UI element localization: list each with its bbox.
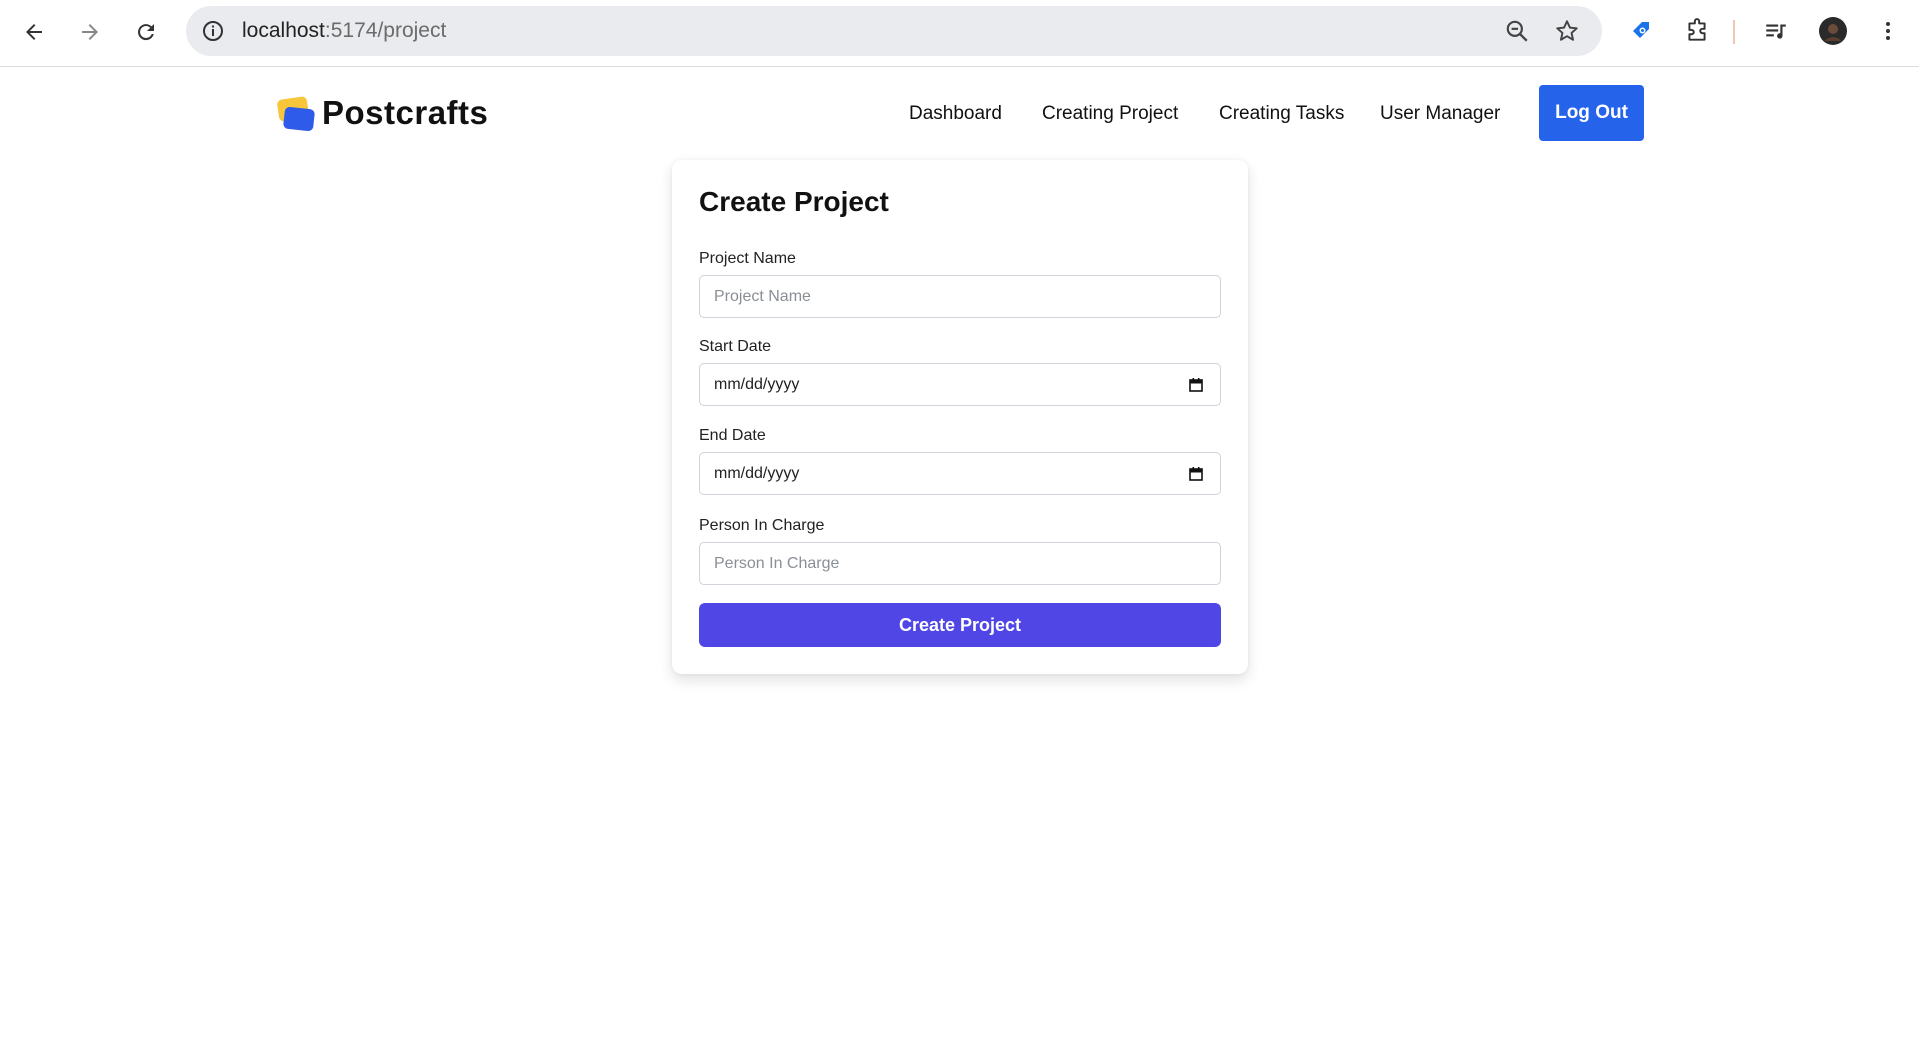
calendar-icon[interactable]	[1188, 466, 1204, 482]
logout-button[interactable]: Log Out	[1539, 85, 1644, 141]
url-host: localhost	[242, 19, 325, 42]
kebab-menu-icon[interactable]	[1873, 16, 1903, 46]
end-date-value: mm/dd/yyyy	[714, 465, 800, 482]
person-in-charge-placeholder: Person In Charge	[714, 555, 840, 572]
toolbar-divider	[1733, 20, 1735, 44]
browser-toolbar: localhost:5174/project	[0, 0, 1919, 67]
form-title: Create Project	[699, 186, 889, 217]
end-date-label: End Date	[699, 427, 766, 444]
project-name-input[interactable]: Project Name	[699, 275, 1221, 318]
url-text[interactable]: localhost:5174/project	[242, 19, 446, 43]
start-date-label: Start Date	[699, 338, 772, 355]
project-name-placeholder: Project Name	[714, 288, 811, 305]
brand-name: Postcrafts	[322, 94, 489, 131]
reload-icon[interactable]	[128, 14, 164, 50]
zoom-icon[interactable]	[1504, 18, 1530, 44]
media-queue-icon[interactable]	[1761, 16, 1791, 46]
site-info-icon[interactable]	[200, 18, 226, 44]
forward-arrow-icon[interactable]	[72, 14, 108, 50]
brand-logo[interactable]: Postcrafts	[276, 94, 488, 132]
end-date-input[interactable]: mm/dd/yyyy	[699, 452, 1221, 495]
nav-dashboard[interactable]: Dashboard	[909, 103, 1002, 125]
create-project-card: Create Project Project Name Project Name…	[672, 160, 1248, 674]
back-arrow-icon[interactable]	[16, 14, 52, 50]
extension-tag-icon[interactable]	[1627, 16, 1657, 46]
calendar-icon[interactable]	[1188, 377, 1204, 393]
create-project-button[interactable]: Create Project	[699, 603, 1221, 647]
person-in-charge-label: Person In Charge	[699, 517, 825, 534]
bookmark-star-icon[interactable]	[1554, 18, 1580, 44]
app-header: Postcrafts Dashboard Creating Project Cr…	[0, 68, 1919, 158]
start-date-input[interactable]: mm/dd/yyyy	[699, 363, 1221, 406]
nav-creating-project[interactable]: Creating Project	[1042, 103, 1178, 125]
puzzle-extensions-icon[interactable]	[1682, 16, 1712, 46]
address-bar[interactable]: localhost:5174/project	[186, 6, 1602, 56]
nav-creating-tasks[interactable]: Creating Tasks	[1219, 103, 1344, 125]
person-in-charge-input[interactable]: Person In Charge	[699, 542, 1221, 585]
profile-avatar[interactable]	[1818, 16, 1848, 46]
nav-user-manager[interactable]: User Manager	[1380, 103, 1500, 125]
project-name-label: Project Name	[699, 250, 796, 267]
start-date-value: mm/dd/yyyy	[714, 376, 800, 393]
logo-icon	[276, 96, 316, 132]
url-path: :5174/project	[324, 19, 447, 42]
